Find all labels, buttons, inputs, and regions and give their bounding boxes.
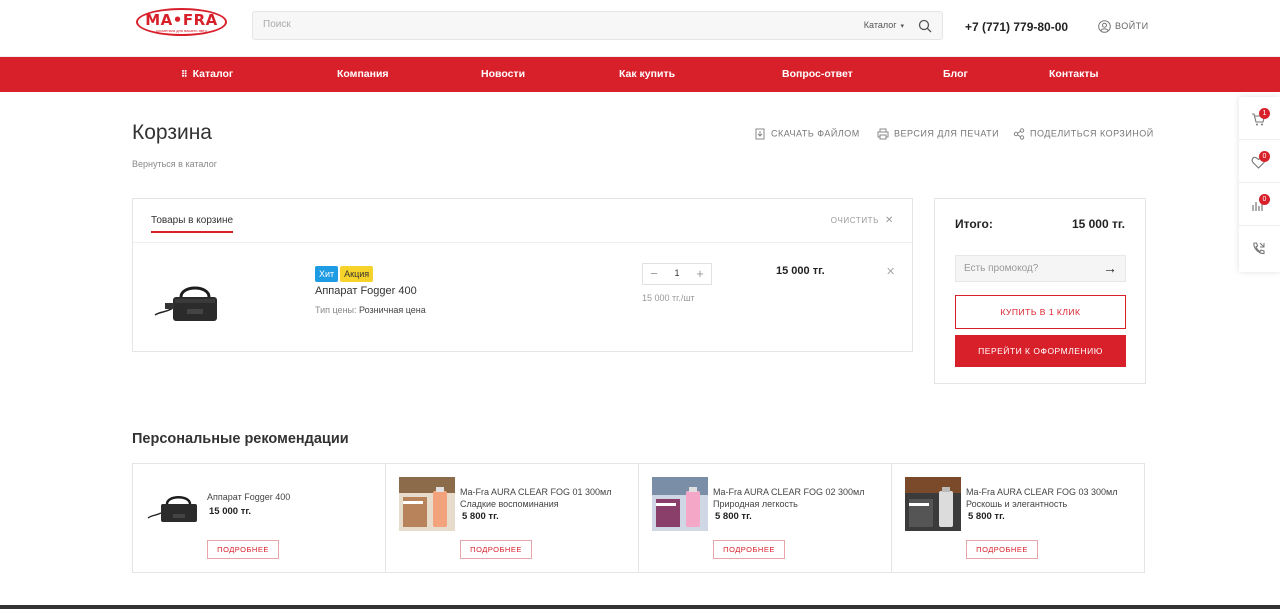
page-title: Корзина	[132, 121, 212, 144]
header: MA•FRA косметика для вашего авто Каталог…	[0, 0, 1280, 57]
favorites-count-badge: 0	[1259, 151, 1270, 162]
cart-header: Товары в корзине ОЧИСТИТЬ ✕	[133, 199, 912, 243]
search-input[interactable]	[263, 19, 843, 30]
sidebar-callback[interactable]	[1239, 226, 1280, 269]
nav-item-catalog[interactable]: ⠿ Каталог	[181, 68, 233, 80]
nav-item-how-to-buy[interactable]: Как купить	[619, 68, 675, 80]
clear-cart-label: ОЧИСТИТЬ	[830, 216, 880, 225]
phone-call-icon	[1253, 242, 1265, 255]
sidebar-cart[interactable]: 1	[1239, 97, 1280, 140]
price-type-value: Розничная цена	[359, 305, 426, 315]
recommendation-name[interactable]: Ma-Fra AURA CLEAR FOG 03 300мл Роскошь и…	[966, 486, 1138, 510]
tab-cart-items[interactable]: Товары в корзине	[151, 215, 234, 233]
more-details-button[interactable]: ПОДРОБНЕЕ	[966, 540, 1038, 559]
recommendation-price: 5 800 тг.	[968, 511, 1005, 522]
checkout-button[interactable]: ПЕРЕЙТИ К ОФОРМЛЕНИЮ	[955, 335, 1126, 367]
line-total: 15 000 тг.	[776, 265, 825, 277]
total-label: Итого:	[955, 217, 993, 231]
buy-one-click-button[interactable]: КУПИТЬ В 1 КЛИК	[955, 295, 1126, 329]
search-category-label: Каталог	[863, 20, 897, 30]
print-icon	[877, 128, 889, 140]
main-nav: ⠿ Каталог Компания Новости Как купить Воп…	[0, 57, 1280, 92]
quantity-value[interactable]: 1	[668, 268, 686, 278]
recommendation-price: 5 800 тг.	[462, 511, 499, 522]
recommendation-price: 15 000 тг.	[209, 506, 251, 517]
floating-sidebar: 1 0 0	[1239, 97, 1280, 272]
order-summary: Итого: 15 000 тг. → КУПИТЬ В 1 КЛИК ПЕРЕ…	[934, 198, 1146, 384]
nav-item-blog[interactable]: Блог	[943, 68, 968, 80]
logo-subtitle: косметика для вашего авто	[156, 28, 207, 33]
nav-item-news[interactable]: Новости	[481, 68, 525, 80]
close-icon: ✕	[885, 215, 894, 226]
download-icon	[755, 128, 765, 140]
unit-price: 15 000 тг./шт	[642, 293, 695, 303]
recommendation-name[interactable]: Ma-Fra AURA CLEAR FOG 01 300мл Сладкие в…	[460, 486, 632, 510]
recommendation-card: Ma-Fra AURA CLEAR FOG 01 300мл Сладкие в…	[386, 464, 639, 572]
quantity-increase-button[interactable]: +	[691, 266, 709, 282]
remove-item-icon[interactable]: ✕	[886, 265, 895, 278]
grid-icon: ⠿	[181, 69, 188, 79]
product-image-aura-fog-03[interactable]	[905, 477, 961, 531]
more-details-button[interactable]: ПОДРОБНЕЕ	[713, 540, 785, 559]
more-details-button[interactable]: ПОДРОБНЕЕ	[460, 540, 532, 559]
footer-divider	[0, 605, 1280, 609]
print-version-button[interactable]: ВЕРСИЯ ДЛЯ ПЕЧАТИ	[877, 128, 999, 140]
recommendation-card: Ma-Fra AURA CLEAR FOG 03 300мл Роскошь и…	[892, 464, 1145, 572]
logo-text: MA•FRA	[145, 11, 218, 29]
logo[interactable]: MA•FRA косметика для вашего авто	[136, 8, 227, 36]
compare-count-badge: 0	[1259, 194, 1270, 205]
download-label: СКАЧАТЬ ФАЙЛОМ	[771, 128, 860, 139]
recommendation-price: 5 800 тг.	[715, 511, 752, 522]
cart-count-badge: 1	[1259, 108, 1270, 119]
recommendations-grid: Аппарат Fogger 400 15 000 тг. ПОДРОБНЕЕ …	[132, 463, 1145, 573]
quantity-stepper: − 1 +	[642, 263, 712, 285]
promo-code-input[interactable]	[964, 263, 1104, 274]
recommendation-name[interactable]: Ma-Fra AURA CLEAR FOG 02 300мл Природная…	[713, 486, 885, 510]
arrow-right-icon[interactable]: →	[1103, 260, 1117, 276]
price-type-label: Тип цены:	[315, 305, 357, 315]
page: MA•FRA косметика для вашего авто Каталог…	[0, 0, 1280, 609]
recommendation-name[interactable]: Аппарат Fogger 400	[207, 491, 379, 503]
clear-cart-button[interactable]: ОЧИСТИТЬ ✕	[831, 215, 894, 226]
more-details-button[interactable]: ПОДРОБНЕЕ	[207, 540, 279, 559]
sidebar-favorites[interactable]: 0	[1239, 140, 1280, 183]
share-icon	[1013, 128, 1025, 140]
price-type: Тип цены: Розничная цена	[315, 305, 426, 315]
nav-item-label: Каталог	[192, 68, 234, 80]
user-icon	[1098, 20, 1111, 33]
badge-hit: Хит	[315, 266, 339, 282]
product-badges: Хит Акция	[315, 264, 375, 282]
recommendation-card: Аппарат Fogger 400 15 000 тг. ПОДРОБНЕЕ	[133, 464, 386, 572]
nav-item-company[interactable]: Компания	[337, 68, 389, 80]
cart-panel: Товары в корзине ОЧИСТИТЬ ✕ Хит Акция Аппа…	[132, 198, 913, 352]
product-image-fogger[interactable]	[146, 478, 202, 532]
print-label: ВЕРСИЯ ДЛЯ ПЕЧАТИ	[894, 128, 1000, 139]
caret-down-icon: ▾	[900, 23, 904, 30]
login-label: ВОЙТИ	[1115, 20, 1149, 31]
nav-item-contacts[interactable]: Контакты	[1049, 68, 1099, 80]
download-file-button[interactable]: СКАЧАТЬ ФАЙЛОМ	[754, 128, 860, 140]
recommendations-title: Персональные рекомендации	[132, 431, 349, 447]
login-button[interactable]: ВОЙТИ	[1098, 20, 1149, 33]
search-icon[interactable]	[918, 19, 932, 33]
product-image-aura-fog-02[interactable]	[652, 477, 708, 531]
badge-sale: Акция	[340, 266, 374, 282]
share-cart-button[interactable]: ПОДЕЛИТЬСЯ КОРЗИНОЙ	[1013, 128, 1154, 140]
quantity-decrease-button[interactable]: −	[645, 266, 663, 282]
phone-number[interactable]: +7 (771) 779-80-00	[965, 20, 1068, 34]
back-to-catalog-link[interactable]: Вернуться в каталог	[132, 159, 217, 169]
total-value: 15 000 тг.	[1071, 217, 1125, 231]
product-image-fogger[interactable]	[151, 275, 227, 325]
search-bar: Каталог▾	[252, 11, 943, 40]
sidebar-compare[interactable]: 0	[1239, 183, 1280, 226]
cart-item-name[interactable]: Аппарат Fogger 400	[315, 285, 417, 297]
nav-item-faq[interactable]: Вопрос-ответ	[782, 68, 853, 80]
product-image-aura-fog-01[interactable]	[399, 477, 455, 531]
promo-code-field: →	[955, 255, 1126, 282]
search-category-select[interactable]: Каталог ▾	[864, 20, 904, 30]
recommendation-card: Ma-Fra AURA CLEAR FOG 02 300мл Природная…	[639, 464, 892, 572]
share-label: ПОДЕЛИТЬСЯ КОРЗИНОЙ	[1030, 128, 1154, 139]
